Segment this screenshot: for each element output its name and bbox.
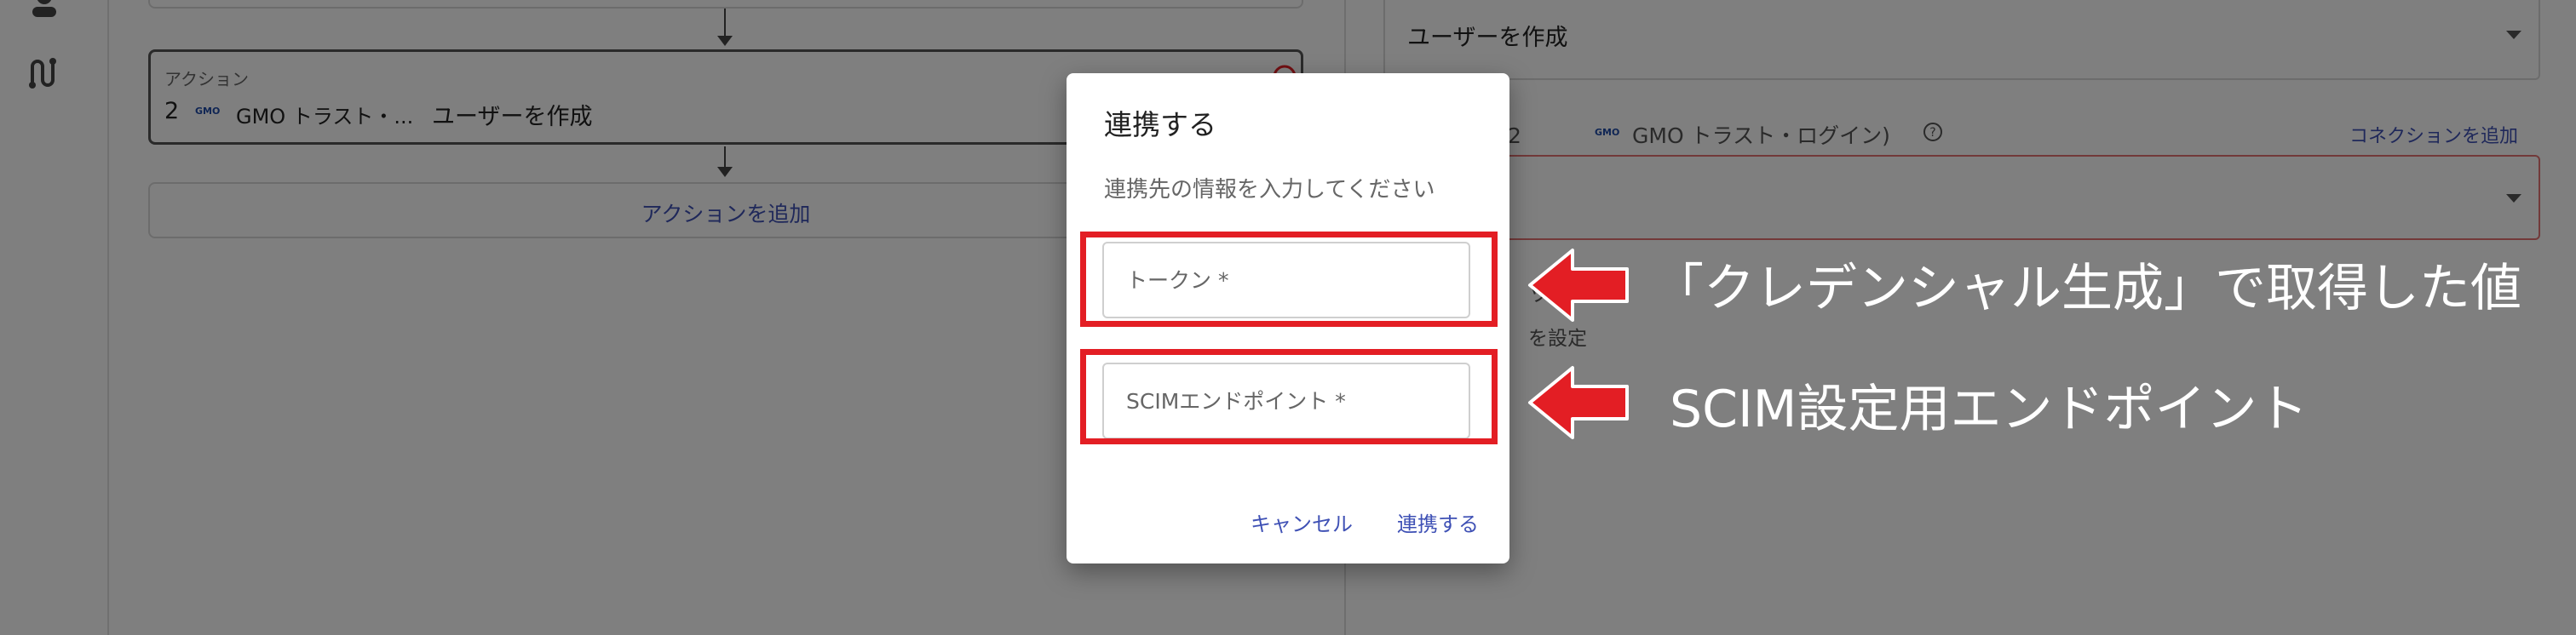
callout-arrow-icon	[1528, 366, 1629, 439]
cancel-button[interactable]: キャンセル	[1251, 507, 1353, 537]
token-callout-text: 「クレデンシャル生成」で取得した値	[1653, 259, 2521, 318]
dialog-description: 連携先の情報を入力してください	[1104, 177, 1435, 203]
callout-arrow-icon	[1528, 249, 1629, 322]
endpoint-callout-text: SCIM設定用エンドポイント	[1670, 380, 2309, 439]
confirm-button[interactable]: 連携する	[1397, 507, 1479, 537]
dialog-title: 連携する	[1104, 108, 1216, 141]
endpoint-field-highlight	[1080, 349, 1498, 444]
token-field-highlight	[1080, 232, 1498, 327]
